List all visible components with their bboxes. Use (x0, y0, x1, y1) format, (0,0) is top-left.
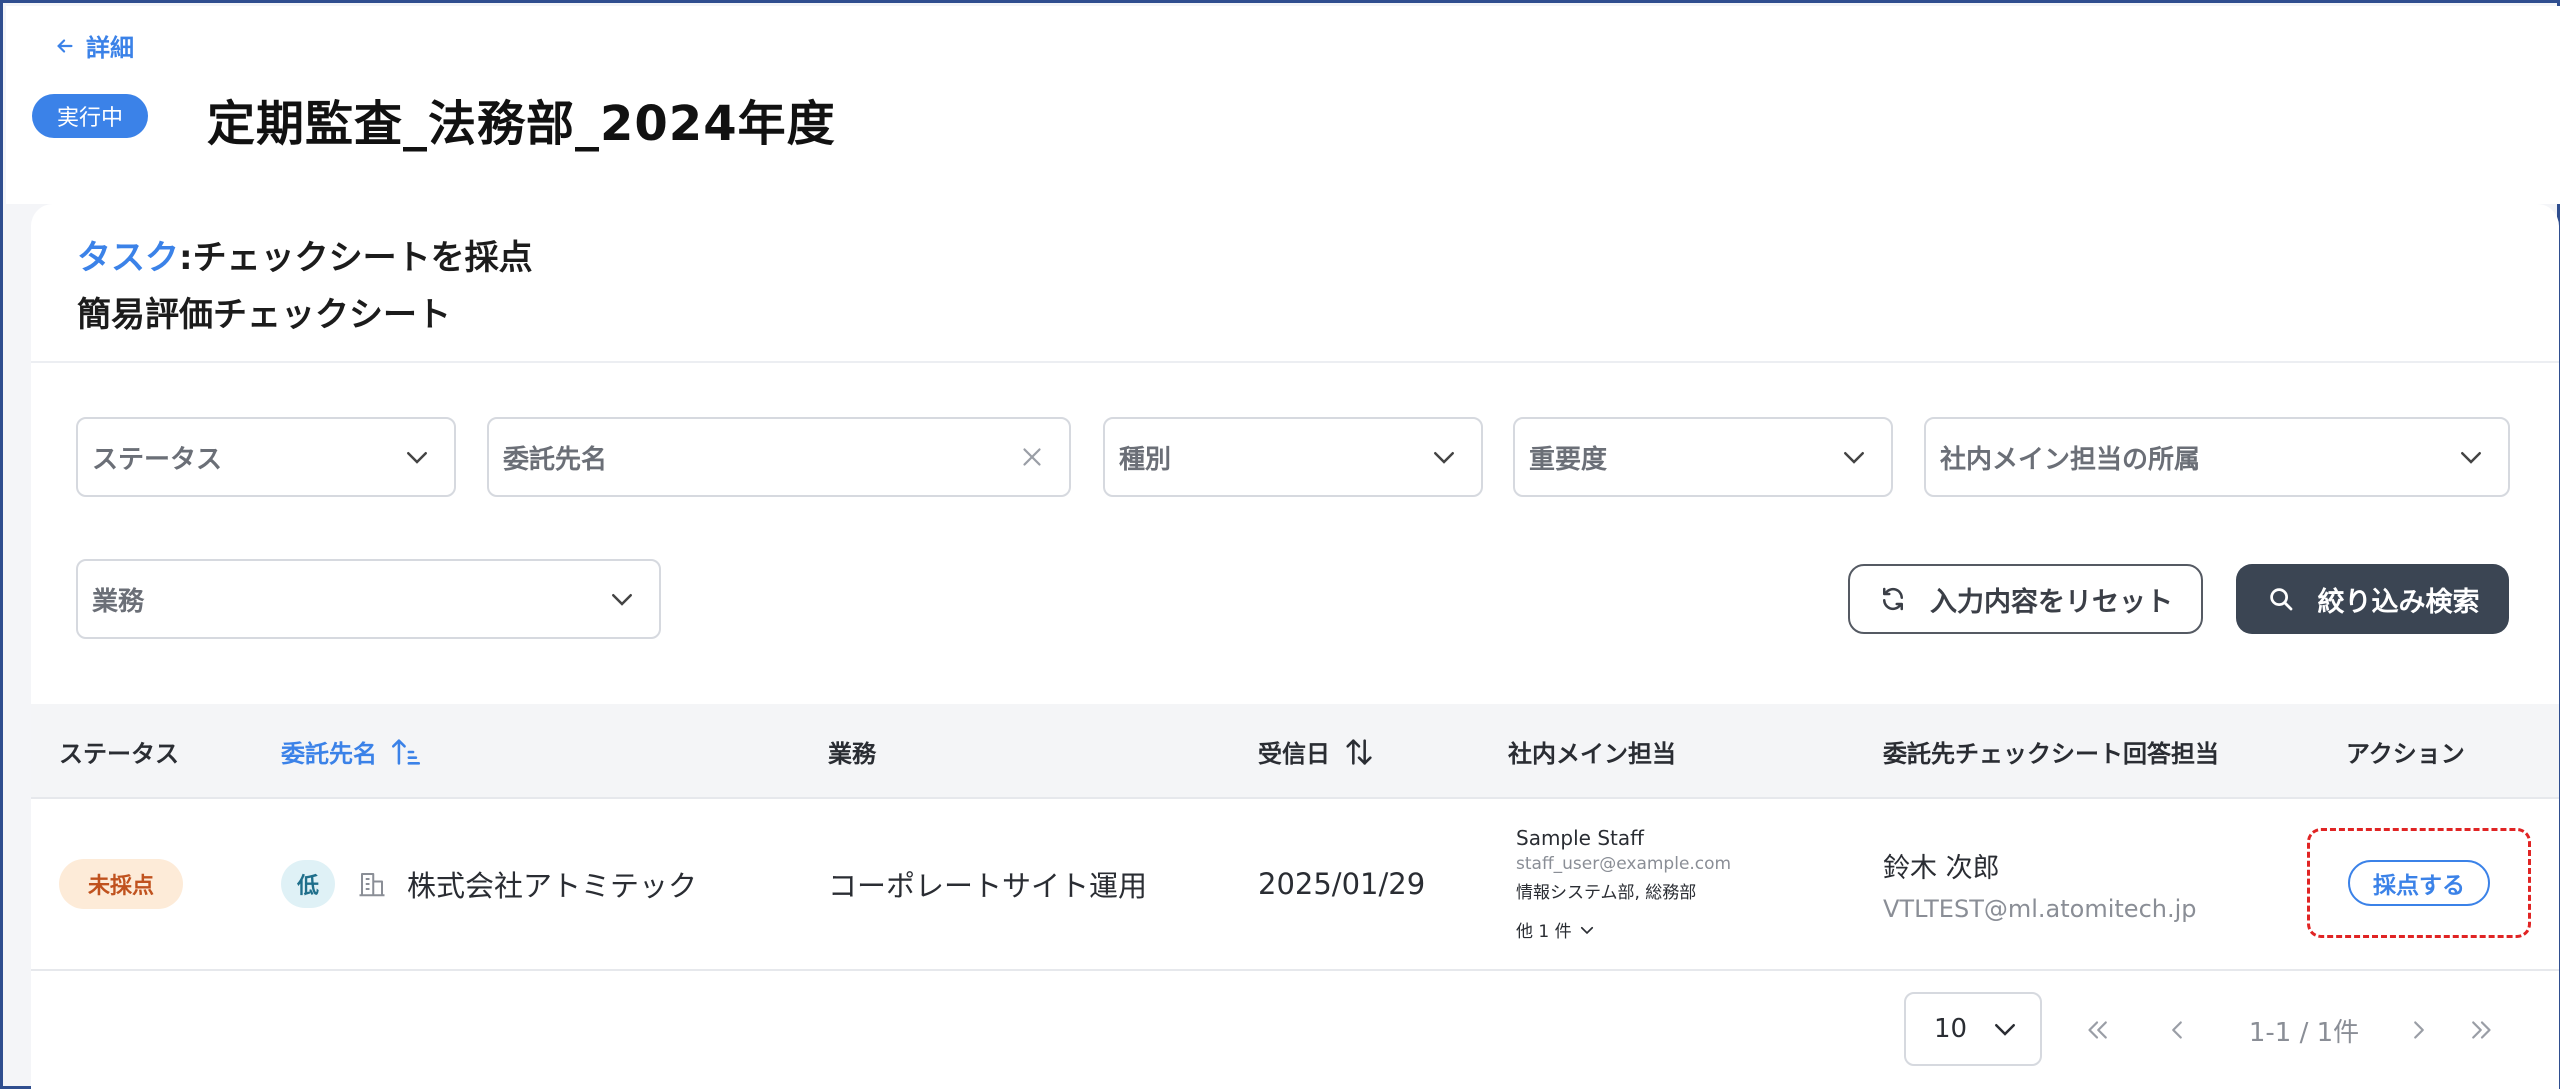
chevron-down-icon (407, 452, 427, 464)
task-card: タスク:チェックシートを採点 簡易評価チェックシート ステータス 委託先名 種別… (31, 204, 2559, 1089)
clear-icon[interactable] (1017, 442, 1047, 472)
arrow-left-icon (57, 38, 73, 53)
page-size-value: 10 (1934, 1014, 1968, 1044)
reset-button-label: 入力内容をリセット (1930, 586, 2173, 618)
received-cell: 2025/01/29 (1258, 799, 1425, 969)
refresh-icon (1883, 587, 1903, 611)
search-icon (2269, 588, 2292, 611)
contractor-filter[interactable]: 委託先名 (487, 417, 1071, 497)
task-heading: タスク:チェックシートを採点 (77, 230, 533, 279)
back-link-label: 詳細 (86, 34, 134, 62)
contractor-filter-placeholder: 委託先名 (503, 444, 608, 475)
staff-name: Sample Staff (1516, 826, 1644, 850)
business-filter[interactable]: 業務 (76, 559, 661, 639)
table-header: ステータス 委託先名 業務 受信日 社内メイン担当 委託先チェックシート回答担当… (31, 704, 2559, 799)
search-button[interactable]: 絞り込み検索 (2236, 564, 2509, 634)
column-header-responder-label: 委託先チェックシート回答担当 (1883, 740, 2219, 768)
business-value: コーポレートサイト運用 (828, 869, 1148, 903)
column-header-responder: 委託先チェックシート回答担当 (1883, 704, 2219, 799)
chevron-down-icon (1580, 926, 1593, 934)
table-row: 未採点 低 株式会社アトミテック コーポレートサイト運用 2025/01/29 … (31, 799, 2559, 971)
staff-more-toggle[interactable]: 他 1 件 (1516, 917, 1596, 942)
task-prefix: タスク (77, 238, 179, 278)
department-filter[interactable]: 社内メイン担当の所属 (1924, 417, 2510, 497)
status-badge: 実行中 (32, 94, 148, 138)
sort-icon[interactable] (1342, 735, 1376, 769)
contractor-cell: 低 株式会社アトミテック (281, 799, 697, 969)
main-staff-cell: Sample Staff staff_user@example.com 情報シス… (1516, 799, 1856, 969)
reset-button[interactable]: 入力内容をリセット (1848, 564, 2203, 634)
double-chevron-left-icon (2088, 1021, 2107, 1039)
column-header-received-label: 受信日 (1258, 740, 1330, 768)
column-header-main-staff: 社内メイン担当 (1508, 704, 1676, 799)
staff-department: 情報システム部, 総務部 (1516, 883, 1697, 903)
business-cell: コーポレートサイト運用 (828, 799, 1147, 969)
checksheet-name: 簡易評価チェックシート (77, 295, 451, 335)
responder-cell: 鈴木 次郎 VTLTEST@ml.atomitech.jp (1883, 799, 2197, 969)
task-name: チェックシートを採点 (192, 238, 533, 278)
status-filter[interactable]: ステータス (76, 417, 456, 497)
task-separator: : (179, 238, 193, 278)
page-title: 定期監査_法務部_2024年度 (207, 96, 836, 152)
contractor-name[interactable]: 株式会社アトミテック (407, 863, 697, 905)
first-page-button[interactable] (2077, 1010, 2117, 1050)
staff-email: staff_user@example.com (1516, 854, 1732, 874)
business-filter-placeholder: 業務 (92, 586, 145, 617)
status-filter-placeholder: ステータス (92, 444, 223, 475)
column-header-action: アクション (2346, 704, 2465, 799)
importance-badge: 低 (281, 860, 335, 908)
chevron-down-icon (1434, 452, 1454, 464)
department-filter-placeholder: 社内メイン担当の所属 (1940, 444, 2201, 475)
column-header-business-label: 業務 (828, 740, 876, 768)
column-header-business: 業務 (828, 704, 876, 799)
column-header-action-label: アクション (2346, 740, 2465, 768)
type-filter-placeholder: 種別 (1119, 444, 1172, 475)
chevron-right-icon (2414, 1021, 2424, 1039)
next-page-button[interactable] (2399, 1010, 2439, 1050)
divider (31, 361, 2559, 363)
chevron-down-icon (2461, 452, 2481, 464)
prev-page-button[interactable] (2157, 1010, 2197, 1050)
back-link[interactable]: 詳細 (54, 28, 134, 63)
unscored-badge: 未採点 (59, 859, 183, 909)
status-cell: 未採点 (59, 799, 183, 969)
importance-filter-placeholder: 重要度 (1529, 444, 1608, 475)
page-range: 1-1 / 1件 (2248, 1017, 2360, 1048)
column-header-main-staff-label: 社内メイン担当 (1508, 740, 1676, 768)
building-icon (359, 873, 385, 897)
type-filter[interactable]: 種別 (1103, 417, 1483, 497)
column-header-contractor-label: 委託先名 (281, 740, 377, 768)
responder-name: 鈴木 次郎 (1883, 852, 2000, 884)
column-header-received[interactable]: 受信日 (1258, 704, 1376, 799)
search-button-label: 絞り込み検索 (2317, 586, 2480, 618)
chevron-down-icon (1995, 1024, 2015, 1036)
page-header: 詳細 実行中 定期監査_法務部_2024年度 (6, 6, 2560, 204)
chevron-down-icon (612, 594, 632, 606)
app-frame: 詳細 実行中 定期監査_法務部_2024年度 タスク:チェックシートを採点 簡易… (0, 0, 2560, 1089)
responder-email: VTLTEST@ml.atomitech.jp (1883, 894, 2197, 923)
last-page-button[interactable] (2462, 1010, 2502, 1050)
sort-ascending-icon[interactable] (389, 735, 423, 769)
chevron-left-icon (2172, 1021, 2182, 1039)
action-highlight: 採点する (2307, 828, 2531, 938)
importance-filter[interactable]: 重要度 (1513, 417, 1893, 497)
staff-more-label: 他 1 件 (1516, 922, 1572, 942)
column-header-status-label: ステータス (59, 740, 179, 768)
chevron-down-icon (1844, 452, 1864, 464)
double-chevron-right-icon (2472, 1021, 2491, 1039)
column-header-contractor[interactable]: 委託先名 (281, 704, 423, 799)
column-header-status: ステータス (59, 704, 179, 799)
score-button[interactable]: 採点する (2348, 860, 2490, 906)
page-size-select[interactable]: 10 (1904, 992, 2042, 1066)
received-date: 2025/01/29 (1258, 867, 1426, 901)
